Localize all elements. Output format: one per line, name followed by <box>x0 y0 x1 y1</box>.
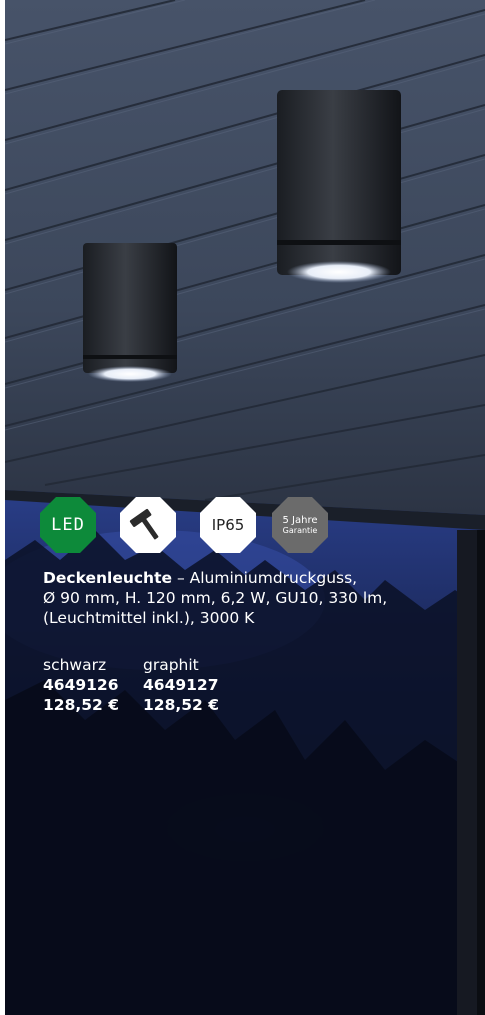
warranty-years: 5 Jahre <box>282 515 318 526</box>
article-number: 4649127 <box>143 676 219 694</box>
led-badge: LED <box>40 497 96 553</box>
installation-badge <box>120 497 176 553</box>
name-separator: – <box>172 569 190 587</box>
warranty-label: Garantie <box>282 526 318 535</box>
price: 128,52 € <box>143 696 219 714</box>
article-number: 4649126 <box>43 676 119 694</box>
warranty-badge: 5 Jahre Garantie <box>272 497 328 553</box>
led-label: LED <box>51 515 85 535</box>
variant-color: graphit <box>143 656 199 674</box>
desc-line-1: Aluminiumdruckguss, <box>189 569 358 587</box>
catalog-page: LED IP65 5 Jahre Garantie Deckenleuchte … <box>0 0 485 1015</box>
ip65-label: IP65 <box>211 516 245 534</box>
variant-graphite: graphit 4649127 128,52 € <box>143 655 219 715</box>
product-name: Deckenleuchte <box>43 569 173 587</box>
desc-line-3: (Leuchtmittel inkl.), 3000 K <box>43 609 255 627</box>
ip65-badge: IP65 <box>200 497 256 553</box>
variant-list: schwarz 4649126 128,52 € graphit 4649127… <box>43 655 219 715</box>
variant-black: schwarz 4649126 128,52 € <box>43 655 119 715</box>
product-description: Deckenleuchte – Aluminiumdruckguss, Ø 90… <box>43 568 443 628</box>
price: 128,52 € <box>43 696 119 714</box>
feature-badges: LED IP65 5 Jahre Garantie <box>40 497 340 553</box>
variant-color: schwarz <box>43 656 107 674</box>
desc-line-2: Ø 90 mm, H. 120 mm, 6,2 W, GU10, 330 lm, <box>43 589 388 607</box>
